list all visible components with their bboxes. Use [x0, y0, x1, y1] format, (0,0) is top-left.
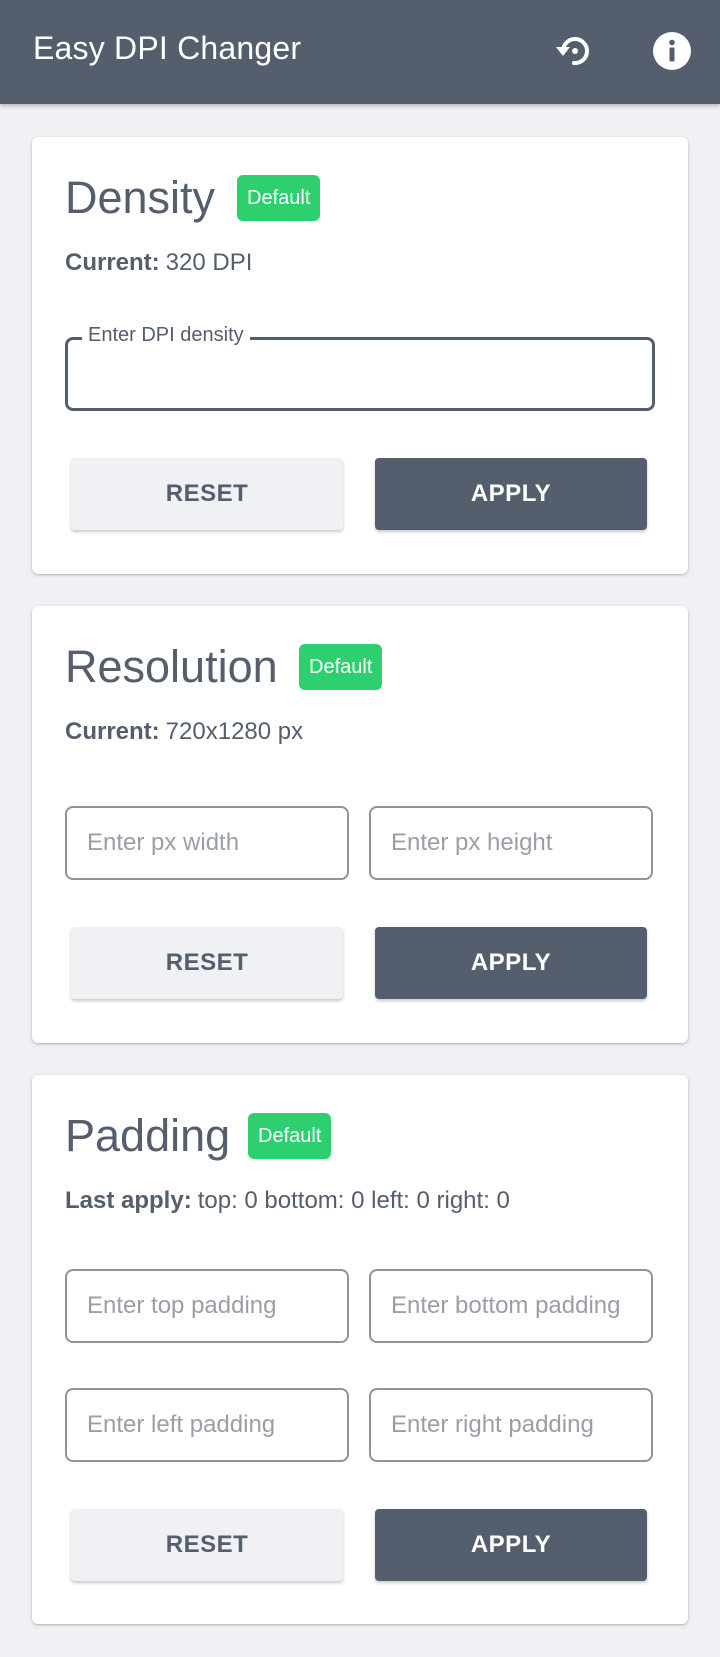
density-card: Density Default Current: 320 DPI Enter DP…: [32, 137, 688, 574]
resolution-apply-button[interactable]: APPLY: [375, 927, 647, 999]
density-current: Current: 320 DPI: [65, 249, 252, 277]
density-title: Density: [65, 172, 216, 223]
top-padding-field[interactable]: [65, 1269, 349, 1343]
padding-last-apply: Last apply: top: 0 bottom: 0 left: 0 righ…: [65, 1187, 510, 1215]
padding-reset-button[interactable]: RESET: [71, 1509, 343, 1581]
restore-icon: [556, 37, 589, 66]
resolution-status-badge: Default: [299, 644, 383, 690]
info-icon: [653, 32, 691, 70]
info-button[interactable]: [649, 28, 695, 74]
bottom-padding-field[interactable]: [369, 1269, 653, 1343]
width-field[interactable]: [65, 806, 349, 880]
padding-card: Padding Default Last apply: top: 0 bottom…: [32, 1075, 688, 1624]
padding-last-apply-value: top: 0 bottom: 0 left: 0 right: 0: [197, 1187, 510, 1214]
resolution-current-value: 720x1280 px: [165, 718, 304, 745]
app-bar: Easy DPI Changer: [0, 0, 720, 104]
density-current-label: Current:: [65, 249, 160, 276]
density-apply-button[interactable]: APPLY: [375, 458, 647, 530]
padding-status-badge: Default: [248, 1113, 332, 1159]
resolution-current-label: Current:: [65, 718, 160, 745]
right-padding-input[interactable]: [371, 1390, 651, 1460]
height-field[interactable]: [369, 806, 653, 880]
bottom-padding-input[interactable]: [371, 1271, 651, 1341]
resolution-current: Current: 720x1280 px: [65, 718, 303, 746]
density-input[interactable]: [68, 340, 652, 408]
density-field[interactable]: Enter DPI density: [65, 324, 655, 411]
left-padding-input[interactable]: [67, 1390, 347, 1460]
app-title: Easy DPI Changer: [33, 30, 302, 66]
top-padding-input[interactable]: [67, 1271, 347, 1341]
resolution-reset-button[interactable]: RESET: [71, 927, 343, 999]
density-current-value: 320 DPI: [165, 249, 253, 276]
padding-title: Padding: [65, 1110, 231, 1161]
resolution-title: Resolution: [65, 641, 278, 692]
padding-last-apply-label: Last apply:: [65, 1187, 192, 1214]
width-input[interactable]: [67, 808, 347, 878]
height-input[interactable]: [371, 808, 651, 878]
left-padding-field[interactable]: [65, 1388, 349, 1462]
resolution-card: Resolution Default Current:720x1280 px R…: [32, 606, 688, 1043]
right-padding-field[interactable]: [369, 1388, 653, 1462]
restore-button[interactable]: [551, 28, 597, 74]
density-reset-button[interactable]: RESET: [71, 458, 343, 530]
padding-apply-button[interactable]: APPLY: [375, 1509, 647, 1581]
density-status-badge: Default: [237, 175, 321, 221]
